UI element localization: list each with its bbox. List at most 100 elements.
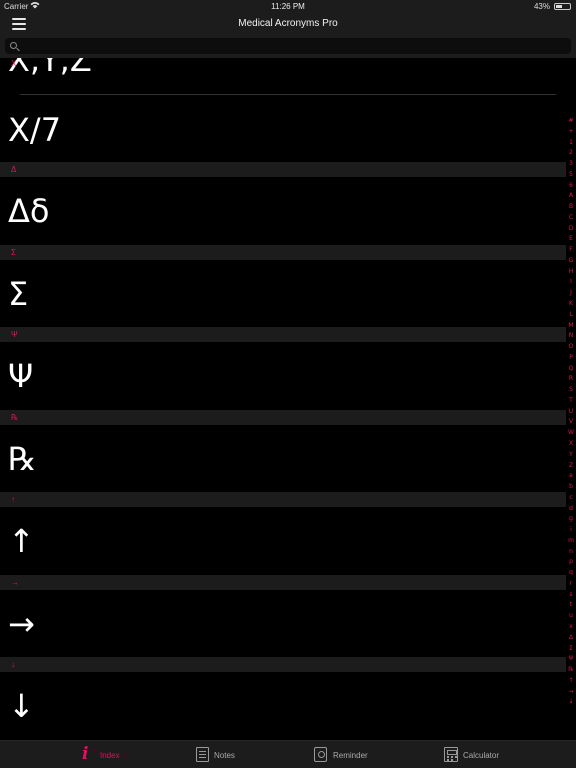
section-index-letter[interactable]: E — [569, 236, 573, 242]
list-item[interactable]: Δδ — [0, 177, 566, 245]
section-index-letter[interactable]: Y — [569, 451, 573, 458]
search-icon — [10, 42, 17, 49]
section-index-letter[interactable]: O — [569, 344, 574, 350]
section-index-letter[interactable]: H — [569, 268, 574, 275]
section-index-letter[interactable]: A — [569, 193, 573, 199]
status-time: 11:26 PM — [271, 2, 305, 11]
notes-icon — [196, 747, 209, 762]
search-bar — [0, 36, 576, 58]
section-index-letter[interactable]: # — [568, 118, 573, 124]
section-index-letter[interactable]: D — [569, 225, 574, 232]
section-index-letter[interactable]: d — [569, 505, 573, 512]
battery-percent: 43% — [533, 2, 550, 11]
list-item[interactable]: X/7 — [0, 96, 566, 162]
section-index-letter[interactable]: Δ — [569, 634, 573, 641]
list-item-label: ↑ — [8, 522, 35, 560]
section-index-letter[interactable]: R — [569, 376, 573, 382]
section-index-letter[interactable]: p — [569, 559, 573, 565]
list-item[interactable]: ↓ — [0, 672, 566, 740]
section-header: Σ — [0, 245, 566, 260]
section-header: Ψ — [0, 327, 566, 342]
section-index-letter[interactable]: t — [570, 602, 572, 608]
section-index-letter[interactable]: c — [569, 494, 572, 501]
tab-label: Notes — [214, 751, 235, 760]
section-index-letter[interactable]: r — [570, 580, 572, 587]
section-header: → — [0, 575, 566, 590]
section-index-letter[interactable]: K — [569, 301, 573, 307]
tab-calculator[interactable]: Calculator — [444, 741, 574, 768]
tab-index[interactable]: i Index — [78, 741, 208, 768]
section-index-letter[interactable]: 3 — [569, 161, 573, 167]
section-index-letter[interactable]: b — [569, 484, 573, 490]
section-index-letter[interactable]: i — [570, 527, 572, 533]
section-index-letter[interactable]: q — [569, 570, 573, 576]
section-index-letter[interactable]: S — [569, 387, 573, 393]
list-item-label: Δδ — [8, 192, 50, 230]
section-index-letter[interactable]: 5 — [569, 171, 573, 178]
section-index-letter[interactable]: F — [569, 247, 572, 253]
nav-bar: Medical Acronyms Pro — [0, 13, 576, 36]
section-index-letter[interactable]: L — [569, 311, 572, 318]
section-index-letter[interactable]: Q — [569, 365, 574, 372]
section-index-letter[interactable]: x — [569, 623, 573, 630]
section-index-letter[interactable]: → — [568, 688, 573, 695]
section-index-bar[interactable]: # +1 2 3 5 6 A B C D E F G H I J K L M N O P Q R S T U V W X Y Za b c d g i m… — [566, 118, 576, 706]
section-index-letter[interactable]: 6 — [569, 182, 573, 189]
tab-reminder[interactable]: Reminder — [314, 741, 444, 768]
section-index-letter[interactable]: ℞ — [568, 667, 573, 673]
list-item-label: ℞ — [8, 440, 37, 478]
list-item-label: Ψ — [8, 357, 34, 395]
status-bar: Carrier 11:26 PM 43% — [0, 0, 576, 13]
battery-icon — [554, 3, 571, 10]
section-index-letter[interactable]: g — [569, 516, 573, 522]
info-icon: i — [82, 744, 89, 764]
section-index-letter[interactable]: P — [569, 354, 573, 361]
section-index-letter[interactable]: I — [570, 279, 572, 285]
section-index-letter[interactable]: V — [569, 419, 573, 425]
section-index-letter[interactable]: ↓ — [568, 699, 573, 705]
calculator-icon — [444, 747, 458, 762]
section-index-letter[interactable]: X — [569, 440, 573, 447]
list-item-label: ↓ — [8, 687, 35, 725]
list-item[interactable]: ℞ — [0, 425, 566, 493]
section-index-letter[interactable]: M — [568, 322, 573, 329]
section-index-letter[interactable]: 2 — [569, 150, 573, 156]
tab-label: Index — [100, 751, 120, 760]
section-header: ↓ — [0, 657, 566, 672]
section-index-letter[interactable]: G — [569, 257, 574, 264]
list-item[interactable]: → — [0, 590, 566, 658]
list-item[interactable]: Ψ — [0, 342, 566, 410]
section-index-letter[interactable]: s — [569, 591, 572, 598]
section-index-letter[interactable]: n — [569, 548, 573, 555]
section-index-letter[interactable]: u — [569, 613, 573, 619]
section-index-letter[interactable]: Z — [569, 462, 573, 469]
tab-label: Calculator — [463, 751, 500, 760]
section-index-letter[interactable]: N — [569, 333, 574, 339]
section-index-letter[interactable]: U — [569, 408, 573, 415]
list-item[interactable]: Σ — [0, 260, 566, 328]
tab-notes[interactable]: Notes — [196, 741, 326, 768]
section-index-letter[interactable]: + — [568, 128, 573, 135]
row-divider — [20, 94, 556, 95]
section-index-letter[interactable]: W — [568, 430, 574, 436]
section-header: ℞ — [0, 410, 566, 425]
section-index-letter[interactable]: Σ — [569, 645, 573, 652]
list-item-label: X/7 — [8, 111, 62, 149]
section-index-letter[interactable]: ↑ — [568, 677, 573, 684]
section-index-letter[interactable]: m — [568, 537, 574, 544]
section-index-letter[interactable]: J — [570, 290, 572, 296]
acronym-list[interactable]: X,Y,Z X X/7 Δ Δδ Σ Σ Ψ Ψ ℞ ℞ ↑ ↑ → → ↓ ↓ — [0, 58, 566, 740]
search-input[interactable] — [5, 38, 571, 54]
section-index-letter[interactable]: 1 — [569, 139, 573, 146]
section-header: Δ — [0, 162, 566, 177]
section-index-letter[interactable]: C — [569, 214, 573, 221]
tab-label: Reminder — [333, 751, 368, 760]
list-item[interactable]: ↑ — [0, 507, 566, 575]
page-title: Medical Acronyms Pro — [238, 18, 338, 29]
reminder-icon — [314, 747, 327, 762]
section-index-letter[interactable]: Ψ — [569, 656, 574, 662]
tab-bar: i Index Notes Reminder Calculator — [0, 740, 576, 768]
section-index-letter[interactable]: T — [569, 397, 573, 404]
section-index-letter[interactable]: a — [569, 473, 573, 479]
section-index-letter[interactable]: B — [569, 204, 573, 210]
